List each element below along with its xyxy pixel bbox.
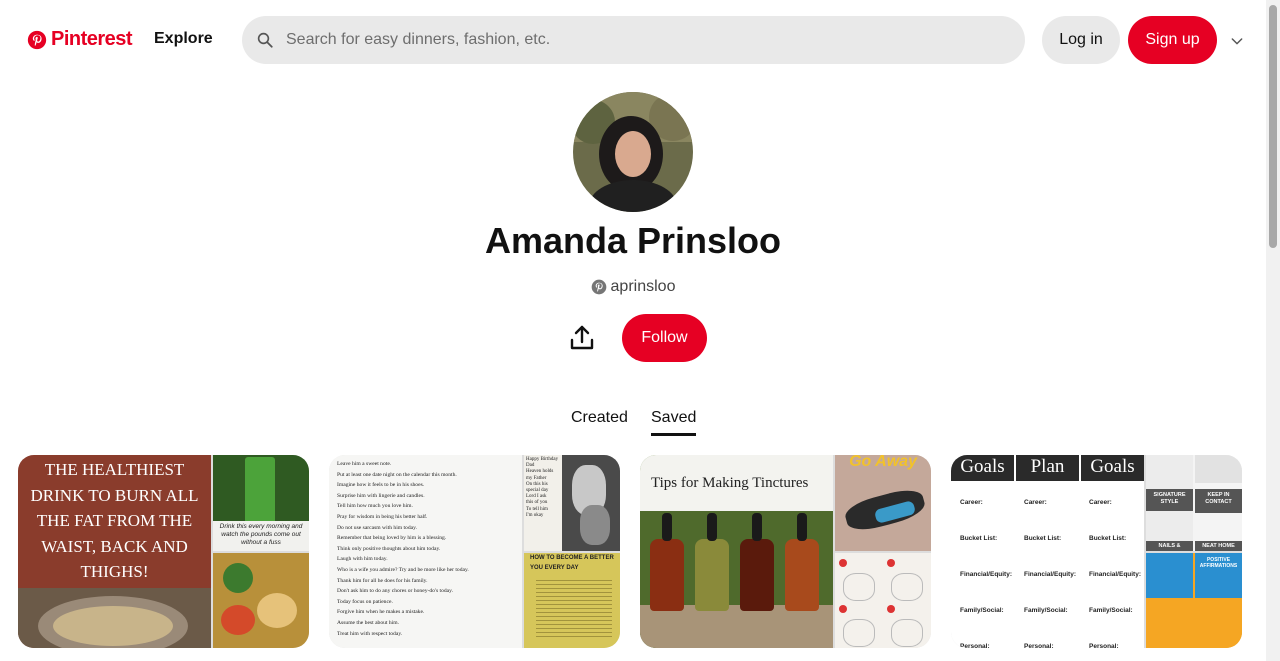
board-cover-bottom xyxy=(835,553,931,648)
list-line: Treat him with respect today. xyxy=(337,630,403,637)
goal-row: Bucket List: xyxy=(1024,535,1062,542)
board-card[interactable]: Leave him a sweet note. Put at least one… xyxy=(329,455,620,648)
list-line: Pray for wisdom in being his better half… xyxy=(337,513,428,520)
goal-row: Personal: xyxy=(1089,643,1119,648)
list-line: Forgive him when he makes a mistake. xyxy=(337,609,425,616)
list-line: Do not use sarcasm with him today. xyxy=(337,524,417,531)
tab-active-underline xyxy=(651,433,697,436)
caption-line: THIGHS! xyxy=(80,562,149,581)
chevron-down-icon[interactable] xyxy=(1229,33,1245,49)
side-caption: Drink this every morning and watch the p… xyxy=(213,521,309,551)
board-cover-top: SIGNATURE STYLE KEEP IN CONTACT NAILS & … xyxy=(1146,455,1242,551)
list-line: Assume the best about him. xyxy=(337,619,399,626)
goal-row: Family/Social: xyxy=(960,607,1004,614)
list-line: Thank him for all he does for his family… xyxy=(337,577,428,584)
board-cover-bottom: POSITIVE AFFIRMATIONS xyxy=(1146,553,1242,648)
avatar[interactable] xyxy=(573,92,693,212)
profile-name: Amanda Prinsloo xyxy=(484,220,782,261)
board-cover-main: THE HEALTHIEST DRINK TO BURN ALL THE FAT… xyxy=(18,455,211,648)
poem: Happy Birthday Dad Heaven holds my Fathe… xyxy=(524,455,562,551)
pot-image xyxy=(18,588,211,648)
list-line: Leave him a sweet note. xyxy=(337,461,392,467)
board-cover-caption: THE HEALTHIEST DRINK TO BURN ALL THE FAT… xyxy=(18,457,211,585)
goal-row: Personal: xyxy=(1024,643,1054,648)
board-cover-main: Goals Plan Goals Career: Bucket List: Fi… xyxy=(951,455,1144,648)
follow-button[interactable]: Follow xyxy=(622,314,707,362)
goal-row: Financial/Equity: xyxy=(1024,571,1077,578)
side-label: NEAT HOME xyxy=(1195,541,1242,551)
poem-line: I'm okay xyxy=(526,512,544,518)
better-title: HOW TO BECOME A BETTER YOU EVERY DAY xyxy=(530,555,614,571)
goal-rows: Career: Bucket List: Financial/Equity: F… xyxy=(1089,485,1141,648)
list-line: Think only positive thoughts about him t… xyxy=(337,545,441,552)
goal-header: Plan xyxy=(1016,455,1079,481)
tab-saved-label: Saved xyxy=(651,409,697,426)
list-line: Don't ask him to do any chores or honey-… xyxy=(337,588,453,595)
goal-row: Bucket List: xyxy=(1089,535,1127,542)
goal-rows: Career: Bucket List: Financial/Equity: F… xyxy=(1024,485,1076,648)
caption-line: DRINK TO BURN ALL xyxy=(30,485,199,505)
login-button[interactable]: Log in xyxy=(1042,16,1120,64)
caption-line: THE HEALTHIEST xyxy=(44,460,185,479)
goal-row: Career: xyxy=(960,499,983,506)
search-bar[interactable] xyxy=(242,16,1025,64)
logo-text: Pinterest xyxy=(51,28,133,50)
list-line: Tell him how much you love him. xyxy=(337,503,413,510)
profile-handle: aprinsloo xyxy=(0,278,1266,296)
board-cover-main: Tips for Making Tinctures xyxy=(640,455,833,648)
board-cover-top: Go Away xyxy=(835,455,931,551)
signup-button[interactable]: Sign up xyxy=(1128,16,1217,64)
board-cover-top: Drink this every morning and watch the p… xyxy=(213,455,309,551)
goal-rows: Career: Bucket List: Financial/Equity: F… xyxy=(960,485,1012,648)
goal-row: Bucket List: xyxy=(960,535,998,542)
board-cover-title: Tips for Making Tinctures xyxy=(651,475,809,491)
goal-header: Goals xyxy=(951,455,1014,481)
list-text: Leave him a sweet note. Put at least one… xyxy=(337,459,520,639)
board-cover-main: Leave him a sweet note. Put at least one… xyxy=(329,455,522,648)
board-cover-bottom: HOW TO BECOME A BETTER YOU EVERY DAY xyxy=(524,553,620,648)
goal-row: Family/Social: xyxy=(1089,607,1133,614)
goal-row: Family/Social: xyxy=(1024,607,1068,614)
side-label: KEEP IN CONTACT xyxy=(1195,489,1242,513)
goal-row: Career: xyxy=(1024,499,1047,506)
side-title: Go Away xyxy=(849,455,917,470)
board-cover-bottom xyxy=(213,553,309,648)
search-input[interactable] xyxy=(284,30,988,50)
caption-line: WAIST, BACK AND xyxy=(41,536,188,556)
tab-created[interactable]: Created xyxy=(571,409,628,427)
scrollbar[interactable] xyxy=(1266,0,1280,661)
list-line: Surprise him with lingerie and candles. xyxy=(337,492,425,499)
poem-title: Happy Birthday Dad xyxy=(526,457,559,469)
list-line: Imagine how it feels to be in his shoes. xyxy=(337,482,425,489)
side-label: POSITIVE AFFIRMATIONS xyxy=(1195,553,1242,598)
tab-saved[interactable]: Saved xyxy=(651,409,697,436)
list-line: Today focus on patience. xyxy=(337,598,393,605)
board-cover-top: Happy Birthday Dad Heaven holds my Fathe… xyxy=(524,455,620,551)
share-icon[interactable] xyxy=(566,322,598,354)
board-card[interactable]: THE HEALTHIEST DRINK TO BURN ALL THE FAT… xyxy=(18,455,309,648)
explore-link[interactable]: Explore xyxy=(154,30,213,48)
caption-line: THE FAT FROM THE xyxy=(36,511,193,530)
pinterest-small-icon xyxy=(591,279,606,295)
side-label: SIGNATURE STYLE xyxy=(1146,489,1193,511)
handle-text: aprinsloo xyxy=(610,278,676,295)
side-label: NAILS & xyxy=(1146,541,1193,551)
list-line: Laugh with him today. xyxy=(337,556,388,563)
list-line: Remember that being loved by him is a bl… xyxy=(337,535,447,542)
goal-header: Goals xyxy=(1081,455,1144,481)
header: Pinterest Explore Log in Sign up xyxy=(0,0,1266,80)
list-line: Who is a wife you admire? Try and be mor… xyxy=(337,566,469,573)
scrollbar-thumb[interactable] xyxy=(1269,5,1277,248)
avatar-photo xyxy=(573,92,693,212)
board-card[interactable]: Goals Plan Goals Career: Bucket List: Fi… xyxy=(951,455,1242,648)
goal-row: Personal: xyxy=(960,643,990,648)
list-line: Put at least one date night on the calen… xyxy=(337,471,457,478)
pinterest-logo-icon xyxy=(27,30,47,49)
goal-row: Financial/Equity: xyxy=(960,571,1013,578)
board-card[interactable]: Tips for Making Tinctures Go Away xyxy=(640,455,931,648)
pinterest-logo[interactable]: Pinterest xyxy=(27,28,133,51)
goal-row: Career: xyxy=(1089,499,1112,506)
search-icon xyxy=(257,32,273,48)
goal-row: Financial/Equity: xyxy=(1089,571,1142,578)
